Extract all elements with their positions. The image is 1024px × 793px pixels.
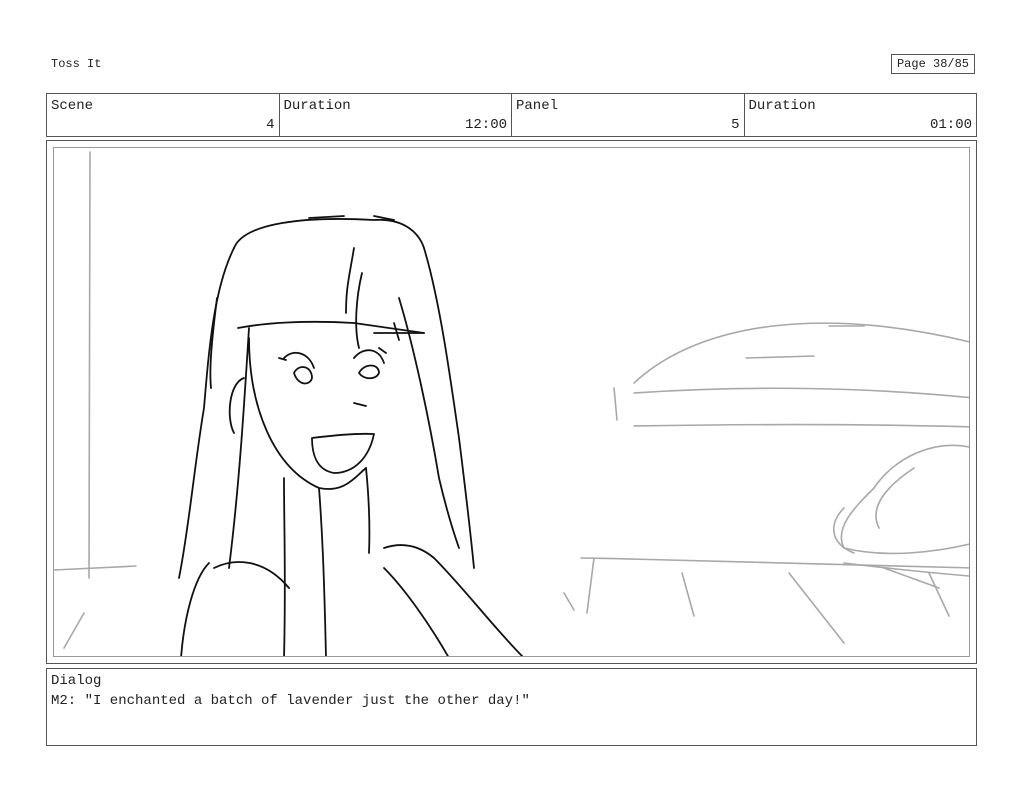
scene-value: 4 xyxy=(266,117,275,133)
dialog-label: Dialog xyxy=(51,673,102,689)
dialog-box: Dialog M2: "I enchanted a batch of laven… xyxy=(46,668,977,746)
panel-duration-value: 01:00 xyxy=(929,117,972,133)
storyboard-panel xyxy=(46,140,977,664)
panel-duration-cell: Duration 01:00 xyxy=(745,94,977,136)
panel-cell: Panel 5 xyxy=(512,94,745,136)
background-sketch xyxy=(54,151,969,649)
sketch-drawing xyxy=(54,151,969,656)
panel-duration-label: Duration xyxy=(748,98,816,114)
scene-cell: Scene 4 xyxy=(47,94,280,136)
panel-value: 5 xyxy=(731,117,740,133)
scene-duration-cell: Duration 12:00 xyxy=(280,94,512,136)
panel-drawing-area xyxy=(53,147,970,657)
dialog-text: M2: "I enchanted a batch of lavender jus… xyxy=(51,693,530,709)
panel-label: Panel xyxy=(516,98,559,114)
page-number: Page 38/85 xyxy=(891,54,975,74)
project-title: Toss It xyxy=(51,57,102,71)
scene-duration-value: 12:00 xyxy=(464,117,507,133)
scene-label: Scene xyxy=(51,98,94,114)
character-sketch xyxy=(178,215,524,656)
panel-info-row: Scene 4 Duration 12:00 Panel 5 Duration … xyxy=(46,93,977,137)
scene-duration-label: Duration xyxy=(283,98,351,114)
